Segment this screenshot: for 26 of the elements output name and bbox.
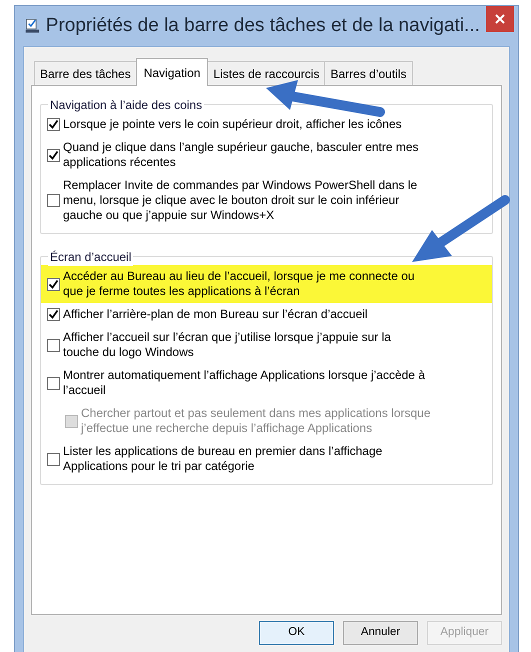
dialog-button[interactable]: OK <box>259 621 334 645</box>
checkbox[interactable] <box>47 118 60 131</box>
checkbox-label: Chercher partout et pas seulement dans mes applications lorsque j’effectue une recherche depuis l’affichage Applications <box>81 406 432 436</box>
checkbox-label: Afficher l’arrière-plan de mon Bureau sur l’écran d’accueil <box>63 307 368 322</box>
dialog-button[interactable]: Annuler <box>343 621 418 645</box>
close-button[interactable] <box>486 6 514 32</box>
checkbox-label: Lorsque je pointe vers le coin supérieur droit, afficher les icônes <box>63 117 402 132</box>
checkbox[interactable] <box>47 338 60 352</box>
checkbox-label: Quand je clique dans l’angle supérieur gauche, basculer entre mes applications récentes <box>63 140 420 170</box>
checkbox-label: Remplacer Invite de commandes par Windows PowerShell dans le menu, lorsque je clique avec le bouton droit sur le coin inférieur gauche ou que j’appuie sur Windows+X <box>63 178 418 223</box>
checkbox-label: Lister les applications de bureau en premier dans l’affichage Applications pour le tri par catégorie <box>63 444 384 474</box>
checkbox[interactable] <box>47 194 60 207</box>
checkbox-label: Montrer automatiquement l’affichage Applications lorsque j’accède à l’accueil <box>63 368 425 398</box>
checkbox[interactable] <box>47 452 60 466</box>
checkbox[interactable] <box>47 278 60 290</box>
tab[interactable]: Barre des tâches <box>34 61 137 85</box>
tab[interactable]: Navigation <box>136 58 208 86</box>
checkbox-label: Afficher l’accueil sur l’écran que j’utilise lorsque j’appuie sur la touche du logo Windows <box>63 330 392 360</box>
checkbox-label: Accéder au Bureau au lieu de l’accueil, lorsque je me connecte ou que je ferme toutes les applications à l’écran <box>63 269 416 299</box>
checkbox[interactable] <box>47 148 60 162</box>
close-icon <box>494 14 505 24</box>
checkbox[interactable] <box>47 308 60 321</box>
checkbox[interactable] <box>47 376 60 390</box>
tab[interactable]: Barres d’outils <box>324 61 412 85</box>
group-title: Écran d’accueil <box>48 248 134 266</box>
window-title: Propriétés de la barre des tâches et de la navigati... <box>46 14 480 38</box>
